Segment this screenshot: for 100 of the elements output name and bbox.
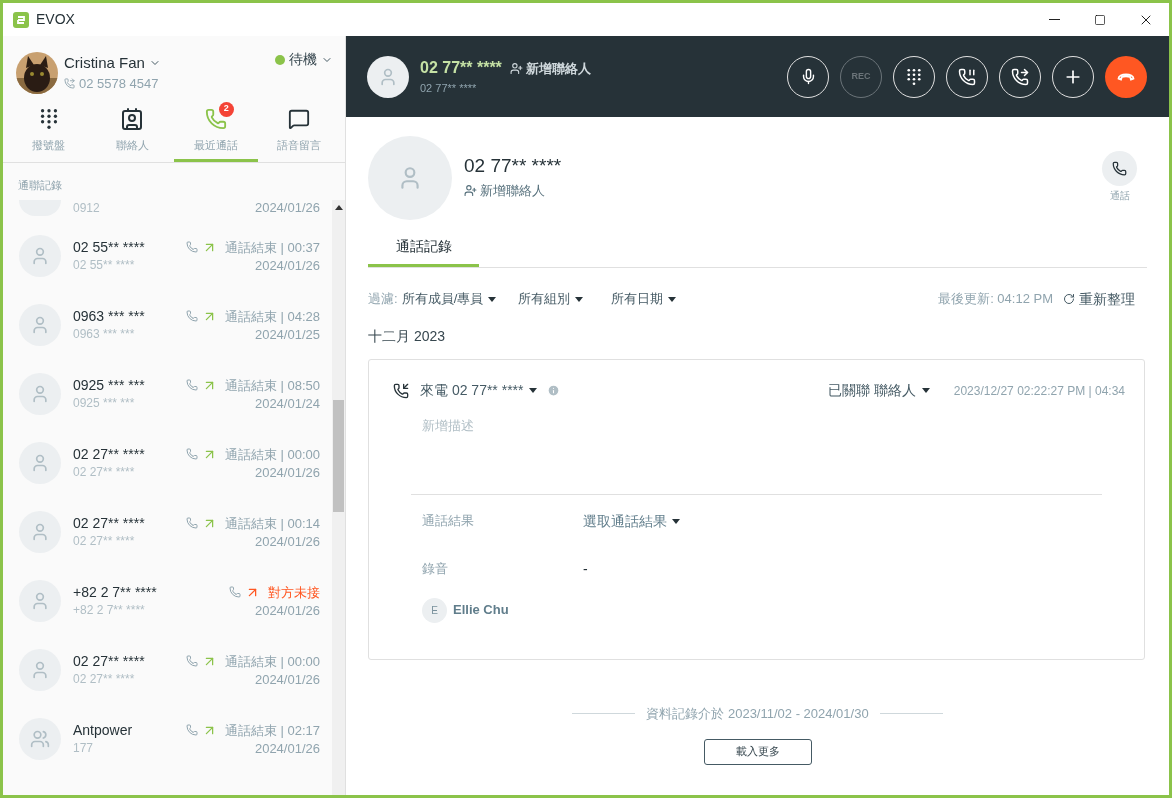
phone-pause-icon	[958, 67, 976, 86]
maximize-icon	[1094, 13, 1106, 26]
caller-number: 0925 *** ***	[73, 375, 145, 395]
call-status: 通話結束 | 00:14	[224, 514, 320, 533]
phone-icon	[229, 586, 241, 598]
caller-sub-number: 02 27** ****	[73, 463, 136, 480]
refresh-button[interactable]: 重新整理	[1063, 288, 1135, 310]
call-entry[interactable]: 02 27** **** 02 27** **** 通話結束 | 00:14 2024/01/26	[73, 513, 320, 551]
section-label: 通聯記錄	[17, 178, 63, 193]
add-person-icon	[464, 183, 477, 197]
call-date: 2024/01/24	[254, 394, 320, 413]
agent-avatar: E	[422, 597, 447, 623]
add-contact-link[interactable]: 新增聯絡人	[509, 58, 591, 78]
refresh-icon	[1063, 293, 1075, 305]
add-contact-link[interactable]: 新增聯絡人	[464, 180, 562, 200]
person-icon	[30, 246, 50, 266]
caller-sub-number: 02 55** ****	[73, 256, 136, 273]
filter-dropdown[interactable]: 所有日期	[611, 289, 677, 309]
field-value: -	[583, 559, 588, 579]
phone-icon	[185, 448, 198, 460]
call-status: 通話結束 | 00:00	[224, 445, 320, 464]
window-title: EVOX	[36, 10, 75, 29]
caret-icon	[575, 296, 584, 302]
scrollbar[interactable]	[332, 199, 345, 795]
last-updated: 最後更新: 04:12 PM	[938, 290, 1053, 309]
filter-dropdown[interactable]: 所有組別	[518, 289, 584, 309]
caller-sub-number: 0925 *** ***	[73, 394, 136, 411]
call-entry[interactable]: Antpower 177 通話結束 | 02:17 2024/01/26	[73, 720, 320, 758]
people-icon	[30, 729, 50, 749]
tab[interactable]: 通話記錄	[368, 229, 479, 267]
call-date: 2024/01/26	[254, 199, 320, 216]
chat-icon	[288, 107, 311, 130]
phone-icon	[185, 517, 198, 529]
call-entry[interactable]: +82 2 7** **** +82 2 7** **** 對方未接 2024/01/26	[73, 582, 320, 620]
call-entry[interactable]: 0963 *** *** 0963 *** *** 通話結束 | 04:28 2024/01/25	[73, 306, 320, 344]
agent-name: Ellie Chu	[453, 601, 509, 620]
caller-sub-number: 02 27** ****	[73, 670, 136, 687]
caret-icon	[488, 296, 497, 302]
filter-dropdown[interactable]: 所有成員/專員	[401, 289, 497, 309]
person-icon	[30, 384, 50, 404]
caret-icon	[672, 518, 680, 524]
call-date: 2024/01/26	[254, 739, 320, 758]
call-entry[interactable]: 02 55** **** 02 55** **** 通話結束 | 00:37 2024/01/26	[73, 237, 320, 275]
phone-icon	[204, 107, 227, 130]
field-label: 錄音	[422, 560, 449, 579]
record-time: 2023/12/27 02:22:27 PM | 04:34	[953, 382, 1125, 400]
call-date: 2024/01/26	[254, 463, 320, 482]
caller-number: 02 55** ****	[73, 237, 145, 257]
record-title-dropdown[interactable]: 來電 02 77** ****	[420, 380, 537, 401]
caller-sub-number: 0963 *** ***	[73, 325, 136, 342]
filter-label: 過濾:	[368, 290, 398, 309]
status-dropdown[interactable]: 待機	[275, 49, 333, 70]
nav-tab[interactable]: 2 最近通話	[174, 105, 258, 162]
load-more-button[interactable]: 載入更多	[703, 738, 812, 765]
phone-icon	[185, 655, 198, 667]
dialpad-icon	[905, 67, 923, 86]
call-date: 2024/01/26	[254, 256, 320, 275]
scroll-up-icon	[334, 204, 343, 210]
call-result-dropdown[interactable]: 選取通話結果	[583, 510, 680, 532]
call-entry[interactable]: 0925 *** *** 0925 *** *** 通話結束 | 08:50 2024/01/24	[73, 375, 320, 413]
person-icon	[378, 66, 398, 87]
description-field[interactable]: 新增描述	[422, 416, 722, 436]
call-button[interactable]	[1102, 151, 1137, 186]
linked-contact-dropdown[interactable]: 已關聯 聯絡人	[827, 380, 930, 401]
person-icon	[30, 591, 50, 611]
caller-number: 02 27** ****	[73, 513, 145, 533]
info-icon	[546, 384, 560, 397]
call-entry[interactable]: 02 27** **** 02 27** **** 通話結束 | 00:00 2024/01/26	[73, 444, 320, 482]
id-card-icon	[120, 106, 145, 131]
call-date: 2024/01/26	[254, 601, 320, 620]
app-logo	[13, 11, 29, 28]
call-date: 2024/01/26	[254, 532, 320, 551]
person-icon	[30, 660, 50, 680]
caller-number: 02 27** ****	[73, 444, 145, 464]
call-status: 通話結束 | 02:17	[224, 721, 320, 740]
minimize-icon	[1048, 19, 1060, 20]
call-button-label: 通話	[1109, 189, 1130, 203]
phone-forward-icon	[1011, 67, 1029, 86]
phone-icon	[185, 310, 198, 322]
active-call-sub-number: 02 77** ****	[420, 81, 478, 97]
call-date: 2024/01/25	[254, 325, 320, 344]
scrollbar-thumb[interactable]	[333, 399, 344, 512]
add-person-icon	[509, 61, 523, 75]
phone-forward-icon	[64, 78, 75, 90]
call-status: 通話結束 | 00:00	[224, 652, 320, 671]
person-icon	[30, 453, 50, 473]
call-entry[interactable]: 02 27** **** 02 27** **** 通話結束 | 00:00 2024/01/26	[73, 651, 320, 689]
date-range-note: 資料記錄介於 2023/11/02 - 2024/01/30	[646, 705, 869, 723]
phone-icon	[185, 724, 198, 736]
badge: 2	[218, 101, 234, 117]
person-icon	[30, 522, 50, 542]
call-status: 通話結束 | 04:28	[224, 307, 320, 326]
call-status: 通話結束 | 08:50	[224, 376, 320, 395]
hang-up-button[interactable]	[1105, 55, 1147, 98]
call-status: 對方未接	[268, 583, 320, 602]
user-phone: 02 5578 4547	[79, 75, 159, 93]
active-call-number: 02 77** ****	[420, 58, 502, 79]
caret-icon	[668, 296, 677, 302]
caller-number: +82 2 7** ****	[73, 582, 157, 602]
caller-sub-number: +82 2 7** ****	[73, 601, 146, 618]
